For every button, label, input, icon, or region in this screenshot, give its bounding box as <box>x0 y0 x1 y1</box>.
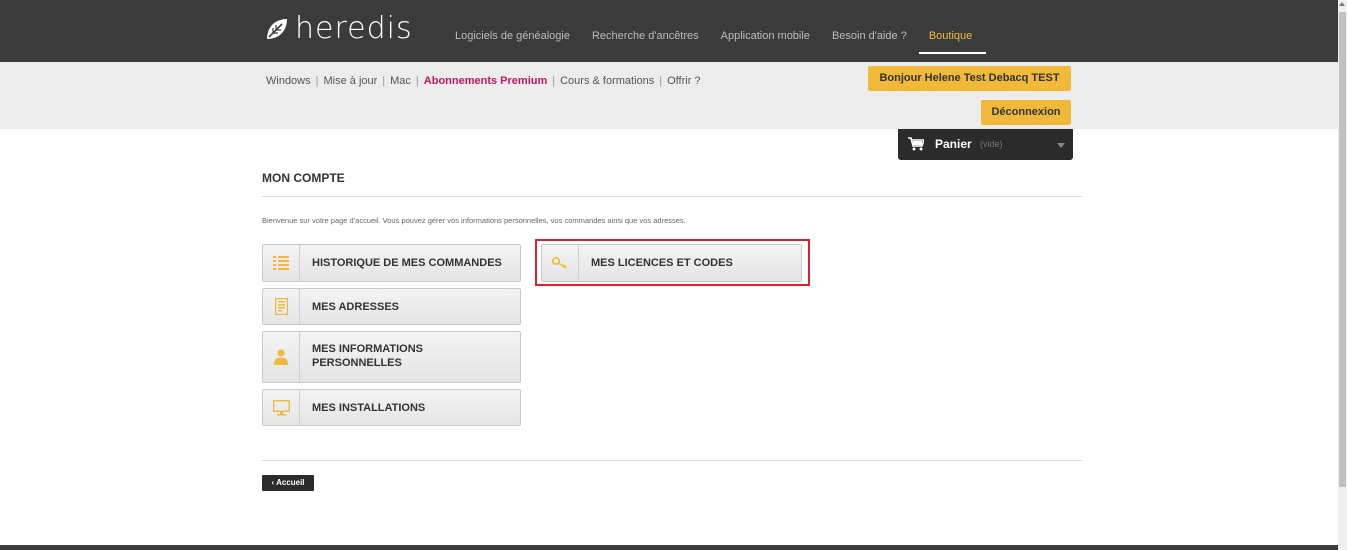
scroll-up-arrow-icon[interactable] <box>1339 2 1345 6</box>
cart-status: (vide) <box>980 139 1003 149</box>
subnav-cours-formations[interactable]: Cours & formations <box>560 75 654 87</box>
nav-boutique[interactable]: Boutique <box>918 30 987 54</box>
footer-bar <box>0 545 1338 550</box>
subnav-windows[interactable]: Windows <box>266 75 311 87</box>
divider <box>262 196 1082 197</box>
subnav-separator: | <box>315 75 319 87</box>
cart-label: Panier <box>935 137 972 151</box>
subnav-abonnements-premium[interactable]: Abonnements Premium <box>424 75 547 87</box>
subnav-separator: | <box>415 75 419 87</box>
subnav-separator: | <box>382 75 386 87</box>
main-nav: Logiciels de généalogie Recherche d'ancê… <box>455 30 994 54</box>
addresses-label: MES ADRESSES <box>312 301 400 313</box>
list-icon <box>263 245 300 281</box>
scrollbar-thumb[interactable] <box>1339 12 1346 487</box>
addresses-button[interactable]: MES ADRESSES <box>262 288 521 325</box>
subnav-offrir[interactable]: Offrir ? <box>667 75 700 87</box>
installations-label: MES INSTALLATIONS <box>312 402 426 414</box>
heredis-logo[interactable]: heredis <box>265 14 413 44</box>
leaf-logo-icon <box>267 19 287 39</box>
personal-info-label-line2: PERSONNELLES <box>312 357 402 369</box>
shop-sub-nav: Windows | Mise à jour | Mac | Abonnements Prem… <box>266 75 701 87</box>
highlight-box <box>535 239 810 286</box>
personal-info-button[interactable]: MES INFORMATIONS PERSONNELLES <box>262 331 521 383</box>
nav-application[interactable]: Application mobile <box>721 30 810 42</box>
sub-navbar <box>0 62 1338 129</box>
chevron-left-icon: ‹ <box>271 478 275 487</box>
subnav-mise-a-jour[interactable]: Mise à jour <box>323 75 377 87</box>
shopping-cart-icon <box>908 137 924 151</box>
subnav-separator: | <box>552 75 556 87</box>
monitor-icon <box>263 390 300 425</box>
top-navbar: heredis Logiciels de généalogie Recherch… <box>0 0 1338 62</box>
page-title: MON COMPTE <box>262 171 345 185</box>
subnav-mac[interactable]: Mac <box>390 75 411 87</box>
nav-recherche[interactable]: Recherche d'ancêtres <box>592 30 699 42</box>
logout-button[interactable]: Déconnexion <box>981 100 1071 125</box>
chevron-down-icon <box>1057 143 1065 148</box>
welcome-text: Bienvenue sur votre page d'accueil. Vous… <box>262 216 686 225</box>
back-home-button[interactable]: ‹ Accueil <box>262 475 314 491</box>
back-home-label: Accueil <box>276 478 305 487</box>
nav-logiciels[interactable]: Logiciels de généalogie <box>455 30 570 42</box>
order-history-label: HISTORIQUE DE MES COMMANDES <box>312 257 502 269</box>
brand-name: heredis <box>295 11 413 46</box>
divider <box>262 460 1082 461</box>
address-book-icon <box>263 289 300 324</box>
order-history-button[interactable]: HISTORIQUE DE MES COMMANDES <box>262 244 521 282</box>
vertical-scrollbar[interactable] <box>1338 0 1347 550</box>
personal-info-label-line1: MES INFORMATIONS <box>312 343 424 355</box>
cart-dropdown[interactable]: Panier (vide) <box>898 129 1073 160</box>
subnav-separator: | <box>659 75 663 87</box>
user-greeting-button[interactable]: Bonjour Helene Test Debacq TEST <box>868 66 1071 91</box>
installations-button[interactable]: MES INSTALLATIONS <box>262 389 521 426</box>
user-icon <box>263 332 300 382</box>
nav-aide[interactable]: Besoin d'aide ? <box>832 30 907 42</box>
